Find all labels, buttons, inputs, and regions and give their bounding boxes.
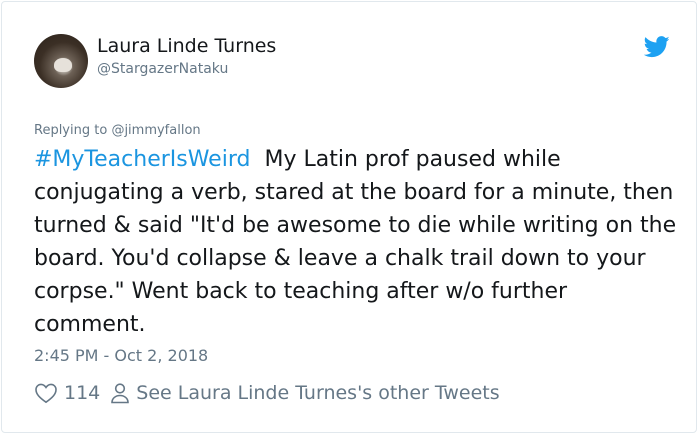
other-tweets-link[interactable]: See Laura Linde Turnes's other Tweets <box>136 382 499 404</box>
tweet-card: Laura Linde Turnes @StargazerNataku Repl… <box>1 1 697 433</box>
like-count[interactable]: 114 <box>64 382 100 404</box>
author-handle[interactable]: @StargazerNataku <box>97 61 228 77</box>
heart-outline-icon[interactable] <box>34 382 58 404</box>
person-outline-icon[interactable] <box>110 382 130 404</box>
tweet-body: My Latin prof paused while conjugating a… <box>34 147 677 337</box>
reply-mention-link[interactable]: @jimmyfallon <box>111 123 200 138</box>
hashtag-link[interactable]: #MyTeacherIsWeird <box>34 147 250 172</box>
avatar[interactable] <box>34 34 88 88</box>
author-display-name[interactable]: Laura Linde Turnes <box>97 35 276 57</box>
avatar-cat-shape <box>54 58 72 72</box>
twitter-bird-icon[interactable] <box>644 36 670 58</box>
tweet-text: #MyTeacherIsWeird My Latin prof paused w… <box>34 143 684 341</box>
replying-to-prefix: Replying to <box>34 123 112 138</box>
replying-to-line: Replying to @jimmyfallon <box>34 123 201 138</box>
tweet-actions: 114 See Laura Linde Turnes's other Tweet… <box>34 382 500 404</box>
tweet-timestamp[interactable]: 2:45 PM - Oct 2, 2018 <box>34 346 208 365</box>
